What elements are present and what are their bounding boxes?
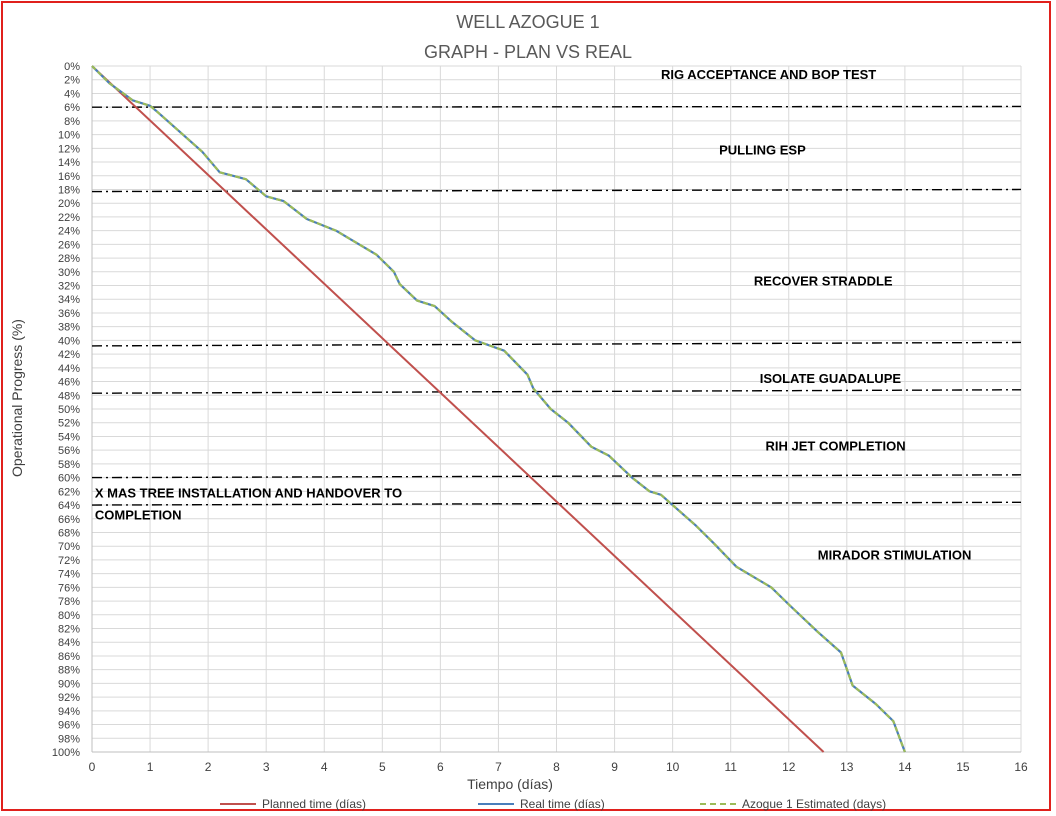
y-tick-label: 92% bbox=[58, 692, 80, 704]
chart-svg: 0% 2%4% 6% 8% 10%12% 14% 16%18% 20% 22% 24%26% 28%… bbox=[52, 61, 1028, 774]
y-tick-label: 34% bbox=[58, 294, 80, 306]
x-tick-label: 14 bbox=[898, 760, 912, 774]
y-tick-label: 12% bbox=[58, 143, 80, 155]
legend-swatch-estimated bbox=[700, 803, 736, 805]
y-tick-label: 20% bbox=[58, 198, 80, 210]
y-tick-label: 8% bbox=[64, 116, 80, 128]
x-tick-label: 8 bbox=[553, 760, 560, 774]
y-tick-label: 72% bbox=[58, 555, 80, 567]
y-tick-label: 80% bbox=[58, 610, 80, 622]
y-tick-label: 58% bbox=[58, 459, 80, 471]
y-tick-label: 42% bbox=[58, 349, 80, 361]
y-tick-label: 50% bbox=[58, 404, 80, 416]
y-tick-label: 52% bbox=[58, 418, 80, 430]
phase-annotation: RIG ACCEPTANCE AND BOP TEST bbox=[661, 67, 876, 82]
phase-annotation: MIRADOR STIMULATION bbox=[818, 547, 972, 562]
y-tick-label: 62% bbox=[58, 486, 80, 498]
y-tick-label: 30% bbox=[58, 267, 80, 279]
y-axis-label: Operational Progress (%) bbox=[9, 319, 25, 477]
y-tick-label: 76% bbox=[58, 582, 80, 594]
y-tick-label: 28% bbox=[58, 253, 80, 265]
legend-label-planned: Planned time (días) bbox=[262, 797, 367, 811]
legend-label-estimated: Azogue 1 Estimated (days) bbox=[742, 797, 887, 811]
y-tick-label: 90% bbox=[58, 678, 80, 690]
y-tick-label: 74% bbox=[58, 569, 80, 581]
phase-annotation: PULLING ESP bbox=[719, 143, 806, 158]
x-axis-label: Tiempo (días) bbox=[467, 776, 553, 792]
y-tick-label: 66% bbox=[58, 514, 80, 526]
x-tick-label: 16 bbox=[1014, 760, 1028, 774]
y-tick-label: 56% bbox=[58, 445, 80, 457]
legend-item-estimated: Azogue 1 Estimated (days) bbox=[700, 797, 886, 811]
y-tick-label: 46% bbox=[58, 377, 80, 389]
y-tick-label: 18% bbox=[58, 184, 80, 196]
y-tick-label: 64% bbox=[58, 500, 80, 512]
y-tick-label: 54% bbox=[58, 431, 80, 443]
x-tick-label: 9 bbox=[611, 760, 618, 774]
y-tick-label: 26% bbox=[58, 239, 80, 251]
y-tick-label: 2% bbox=[64, 75, 80, 87]
y-tick-label: 4% bbox=[64, 88, 80, 100]
x-tick-label: 6 bbox=[437, 760, 444, 774]
x-tick-label: 7 bbox=[495, 760, 502, 774]
y-tick-label: 40% bbox=[58, 335, 80, 347]
phase-annotation: X MAS TREE INSTALLATION AND HANDOVER TO bbox=[95, 486, 402, 501]
y-tick-label: 32% bbox=[58, 281, 80, 293]
y-tick-label: 98% bbox=[58, 733, 80, 745]
y-tick-label: 16% bbox=[58, 171, 80, 183]
phase-annotation: ISOLATE GUADALUPE bbox=[760, 371, 902, 386]
phase-annotation: RIH JET COMPLETION bbox=[766, 438, 906, 453]
phase-annotation: COMPLETION bbox=[95, 508, 182, 523]
y-tick-label: 88% bbox=[58, 665, 80, 677]
y-tick-label: 22% bbox=[58, 212, 80, 224]
x-tick-label: 13 bbox=[840, 760, 854, 774]
y-tick-label: 78% bbox=[58, 596, 80, 608]
legend-label-real: Real time (días) bbox=[520, 797, 605, 811]
legend-item-real: Real time (días) bbox=[478, 797, 605, 811]
legend-item-planned: Planned time (días) bbox=[220, 797, 366, 811]
x-tick-label: 4 bbox=[321, 760, 328, 774]
y-tick-label: 24% bbox=[58, 226, 80, 238]
phase-annotation: RECOVER STRADDLE bbox=[754, 274, 893, 289]
y-tick-label: 100% bbox=[52, 747, 80, 759]
x-tick-label: 5 bbox=[379, 760, 386, 774]
y-tick-label: 10% bbox=[58, 130, 80, 142]
y-tick-label: 94% bbox=[58, 706, 80, 718]
y-tick-label: 36% bbox=[58, 308, 80, 320]
x-tick-label: 10 bbox=[666, 760, 680, 774]
x-tick-label: 3 bbox=[263, 760, 270, 774]
x-tick-label: 11 bbox=[724, 760, 737, 774]
x-tick-label: 2 bbox=[205, 760, 212, 774]
legend-swatch-real bbox=[478, 803, 514, 805]
y-tick-label: 38% bbox=[58, 322, 80, 334]
y-tick-label: 0% bbox=[64, 61, 80, 73]
x-tick-label: 12 bbox=[782, 760, 796, 774]
y-tick-label: 68% bbox=[58, 527, 80, 539]
y-tick-label: 84% bbox=[58, 637, 80, 649]
y-tick-label: 6% bbox=[64, 102, 80, 114]
x-tick-label: 0 bbox=[89, 760, 96, 774]
y-tick-label: 60% bbox=[58, 473, 80, 485]
x-tick-label: 1 bbox=[147, 760, 154, 774]
y-tick-label: 86% bbox=[58, 651, 80, 663]
y-tick-label: 48% bbox=[58, 390, 80, 402]
y-tick-label: 96% bbox=[58, 720, 80, 732]
legend-swatch-planned bbox=[220, 803, 256, 805]
y-tick-label: 14% bbox=[58, 157, 80, 169]
y-tick-label: 70% bbox=[58, 541, 80, 553]
x-tick-label: 15 bbox=[956, 760, 970, 774]
y-tick-label: 44% bbox=[58, 363, 80, 375]
y-tick-label: 82% bbox=[58, 624, 80, 636]
